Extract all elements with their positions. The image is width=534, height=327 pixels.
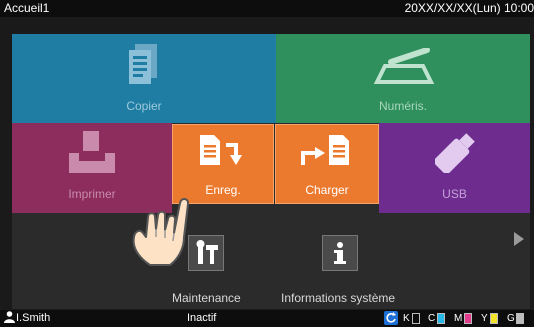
copy-tile[interactable]: Copier [12, 34, 276, 123]
ink-k-label: K [403, 313, 410, 324]
load-label: Charger [305, 183, 349, 197]
usb-tile[interactable]: USB [379, 123, 530, 213]
date-time: 20XX/XX/XX(Lun) 10:00 [404, 1, 534, 15]
refresh-icon [384, 311, 398, 325]
copy-label: Copier [126, 99, 162, 113]
scan-tile[interactable]: Numéris. [276, 34, 530, 123]
ink-y-label: Y [481, 313, 488, 324]
user-name: I.Smith [16, 312, 51, 324]
scan-label: Numéris. [378, 99, 427, 113]
maintenance-label: Maintenance [172, 291, 241, 305]
usb-drive-icon [434, 133, 475, 173]
user-icon [4, 311, 15, 323]
ink-g-label: G [507, 313, 515, 324]
system-info-label: Informations système [281, 291, 396, 305]
printer-icon [69, 131, 115, 173]
home-screen: Accueil1 20XX/XX/XX(Lun) 10:00 Copier Nu… [0, 0, 534, 327]
next-page-arrow-icon[interactable] [514, 232, 524, 246]
ink-m-bar [464, 313, 472, 324]
copy-icon [129, 44, 157, 84]
status-bar: I.Smith Inactif K C M Y G [0, 310, 534, 327]
system-info-button[interactable]: Informations système [276, 213, 408, 309]
ink-c-label: C [428, 313, 436, 324]
ink-k-bar [412, 313, 420, 324]
ink-g-bar [516, 313, 524, 324]
usb-label: USB [442, 187, 467, 201]
title-bar: Accueil1 20XX/XX/XX(Lun) 10:00 [0, 0, 534, 17]
store-tile[interactable]: Enreg. [172, 124, 274, 204]
user-indicator[interactable]: I.Smith [4, 311, 50, 324]
tapping-hand-icon [132, 198, 190, 266]
machine-state: Inactif [187, 312, 217, 324]
info-icon [322, 235, 358, 271]
load-document-icon [301, 135, 349, 165]
screen-title: Accueil1 [4, 1, 50, 15]
store-document-icon [200, 135, 242, 165]
ink-y-bar [490, 313, 498, 324]
ink-m-label: M [454, 313, 463, 324]
load-tile[interactable]: Charger [275, 124, 379, 204]
scanner-icon [373, 48, 435, 84]
ink-c-bar [437, 313, 445, 324]
